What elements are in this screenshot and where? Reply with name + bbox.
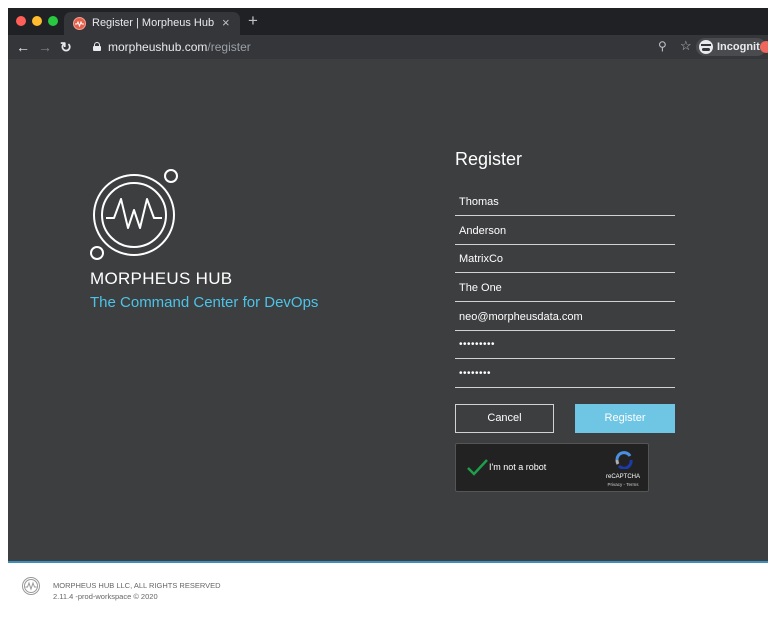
browser-tab[interactable]: Register | Morpheus Hub × xyxy=(64,12,240,35)
brand-tagline: The Command Center for DevOps xyxy=(90,294,319,311)
footer-version: 2.11.4 -prod-workspace © 2020 xyxy=(53,592,158,601)
email-field xyxy=(455,306,675,331)
recaptcha-logo-icon xyxy=(615,451,633,469)
captcha-privacy-terms-link[interactable]: Privacy - Terms xyxy=(600,482,646,487)
confirm-password-field xyxy=(455,363,675,388)
first-name-input[interactable] xyxy=(459,196,669,208)
morpheus-logo-icon xyxy=(90,169,178,260)
recaptcha-widget: I'm not a robot reCAPTCHA Privacy - Term… xyxy=(455,443,649,492)
password-input[interactable] xyxy=(459,339,669,350)
title-input[interactable] xyxy=(459,282,669,294)
lock-icon[interactable] xyxy=(93,42,101,51)
footer-copyright: MORPHEUS HUB LLC, ALL RIGHTS RESERVED xyxy=(53,581,221,590)
tab-close-icon[interactable]: × xyxy=(222,15,230,31)
title-field xyxy=(455,277,675,302)
captcha-label: I'm not a robot xyxy=(489,462,547,472)
back-arrow-icon[interactable]: ← xyxy=(16,38,30,56)
url-host: morpheushub.com xyxy=(108,40,208,54)
brand-name: MORPHEUS HUB xyxy=(90,269,233,288)
profile-button[interactable]: Incognito xyxy=(696,38,767,56)
url-path: /register xyxy=(207,40,251,54)
password-field xyxy=(455,334,675,359)
new-tab-button[interactable]: + xyxy=(248,11,258,31)
last-name-input[interactable] xyxy=(459,225,669,237)
cancel-button[interactable]: Cancel xyxy=(455,404,554,433)
footer: MORPHEUS HUB LLC, ALL RIGHTS RESERVED 2.… xyxy=(8,561,768,618)
address-bar[interactable]: morpheushub.com/register xyxy=(108,40,251,54)
register-page: MORPHEUS HUB The Command Center for DevO… xyxy=(8,59,768,561)
confirm-password-input[interactable] xyxy=(459,368,669,379)
form-title: Register xyxy=(455,149,523,169)
extension-icon[interactable] xyxy=(760,41,768,53)
checkmark-icon[interactable] xyxy=(466,456,488,478)
incognito-icon xyxy=(699,40,713,54)
tab-title: Register | Morpheus Hub xyxy=(92,17,215,29)
company-field xyxy=(455,248,675,273)
company-input[interactable] xyxy=(459,253,669,265)
tab-bar: Register | Morpheus Hub × + xyxy=(8,8,768,35)
last-name-field xyxy=(455,220,675,245)
star-icon[interactable]: ☆ xyxy=(680,38,692,54)
morpheus-favicon-icon xyxy=(73,17,86,30)
browser-toolbar: ← → ↻ morpheushub.com/register ⚲ ☆ Incog… xyxy=(8,35,768,59)
maximize-window-button[interactable] xyxy=(48,16,58,26)
first-name-field xyxy=(455,191,675,216)
browser-window: Register | Morpheus Hub × + ← → ↻ morphe… xyxy=(8,8,768,618)
close-window-button[interactable] xyxy=(16,16,26,26)
footer-logo-icon xyxy=(22,577,40,595)
minimize-window-button[interactable] xyxy=(32,16,42,26)
captcha-brand: reCAPTCHA xyxy=(605,474,640,480)
register-button[interactable]: Register xyxy=(575,404,675,433)
forward-arrow-icon[interactable]: → xyxy=(38,38,52,56)
email-input[interactable] xyxy=(459,311,669,323)
reload-icon[interactable]: ↻ xyxy=(60,38,72,56)
zoom-icon[interactable]: ⚲ xyxy=(658,39,667,53)
